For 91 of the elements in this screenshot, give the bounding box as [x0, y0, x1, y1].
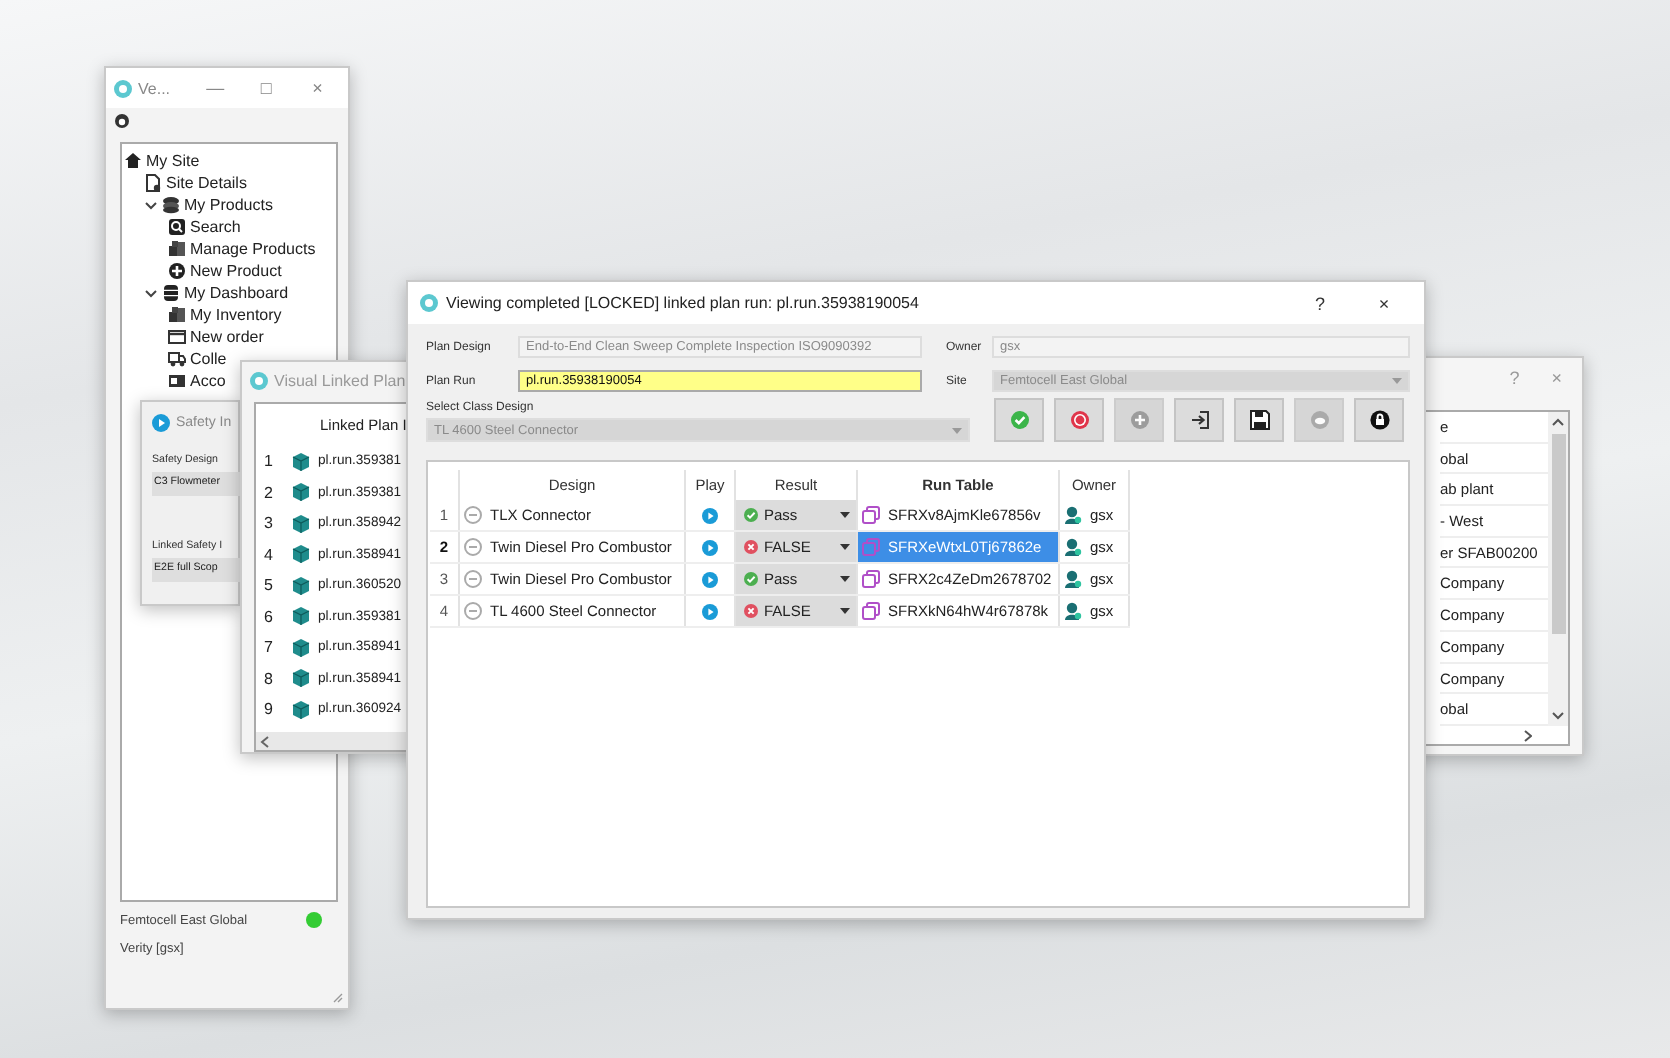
tree-item[interactable]: Site Details [166, 174, 247, 192]
minus-circle-icon [464, 570, 482, 588]
chevron-down-icon[interactable] [144, 286, 158, 300]
tree-item[interactable]: Search [190, 218, 241, 236]
database-icon [162, 284, 180, 302]
play-button-icon[interactable] [702, 539, 718, 555]
cube-icon [292, 482, 310, 503]
window-title: Viewing completed [LOCKED] linked plan run: pl.run.35938190054 [446, 294, 921, 312]
minus-circle-icon [464, 506, 482, 524]
tree-item[interactable]: Acco [190, 372, 226, 390]
person-icon [1064, 506, 1082, 524]
play-circle-icon [152, 413, 170, 431]
window-title: Visual Linked Plan [274, 371, 406, 389]
check-circle-icon [744, 508, 758, 522]
tree-item[interactable]: My Inventory [190, 306, 282, 324]
row-number: 5 [264, 576, 275, 595]
person-icon [1064, 570, 1082, 588]
help-button[interactable]: ? [1292, 293, 1348, 313]
row-number: 7 [264, 638, 275, 657]
tree-item[interactable]: New order [190, 328, 264, 346]
tree-item[interactable]: Manage Products [190, 240, 316, 258]
row-number: 8 [264, 669, 275, 688]
tree-item[interactable]: Colle [190, 350, 227, 368]
row-number: 1 [264, 452, 275, 471]
plus-circle-icon [168, 262, 186, 280]
row-number: 2 [264, 483, 275, 502]
cube-icon [292, 513, 310, 534]
dropdown-arrow-icon [840, 512, 850, 518]
minimize-button[interactable]: — [192, 78, 238, 98]
window-title: Ve... [138, 79, 173, 97]
dropdown-arrow-icon [952, 427, 962, 433]
tree-item[interactable]: New Product [190, 262, 282, 280]
chevron-down-icon[interactable] [144, 198, 158, 212]
app-logo-icon [114, 79, 132, 97]
row-number: 9 [264, 700, 275, 719]
dropdown-arrow-icon [840, 608, 850, 614]
house-icon [124, 152, 142, 170]
minus-circle-icon [464, 602, 482, 620]
search-icon [168, 218, 186, 236]
plus-circle-icon [1129, 410, 1149, 430]
toolbar-button[interactable] [1234, 398, 1284, 442]
maximize-button[interactable]: □ [243, 78, 289, 98]
tree-item[interactable]: My Site [146, 152, 200, 170]
close-button[interactable]: × [1356, 293, 1412, 313]
scroll-left-icon [260, 735, 270, 747]
cube-icon [292, 699, 310, 720]
scroll-right-icon [1524, 729, 1532, 742]
dropdown-arrow-icon [840, 576, 850, 582]
document-icon [144, 174, 162, 192]
scroll-up-icon [1552, 418, 1564, 426]
cube-icon [292, 544, 310, 565]
person-icon [1064, 538, 1082, 556]
sign-in-icon [1189, 410, 1209, 430]
truck-icon [168, 350, 186, 368]
toolbar-button[interactable] [1354, 398, 1404, 442]
cube-icon [292, 575, 310, 596]
x-circle-icon [744, 604, 758, 618]
play-button-icon[interactable] [702, 603, 718, 619]
x-circle-icon [744, 540, 758, 554]
scroll-thumb[interactable] [1551, 434, 1565, 634]
scroll-down-icon [1552, 711, 1564, 720]
cube-icon [292, 668, 310, 689]
play-button-icon[interactable] [702, 507, 718, 523]
check-circle-icon [1009, 410, 1029, 430]
cube-icon [292, 606, 310, 627]
row-number: 6 [264, 607, 275, 626]
close-button[interactable]: × [294, 78, 340, 98]
scrollbar[interactable] [1548, 412, 1568, 726]
tree-item[interactable]: My Dashboard [184, 284, 289, 302]
cube-icon [292, 451, 310, 472]
cube-icon [292, 637, 310, 658]
dropdown-arrow-icon [840, 544, 850, 550]
boxes-icon [168, 306, 186, 324]
stack-icon [162, 196, 180, 214]
window-icon [168, 328, 186, 346]
record-icon [1069, 410, 1089, 430]
resize-grip-icon [332, 992, 344, 1004]
app-logo-icon [250, 371, 268, 389]
check-circle-icon [744, 572, 758, 586]
app-logo-icon [420, 294, 438, 312]
play-button-icon[interactable] [702, 571, 718, 587]
dropdown-arrow-icon [1392, 378, 1402, 384]
minus-circle-icon [464, 538, 482, 556]
person-icon [1064, 602, 1082, 620]
row-number: 3 [264, 514, 275, 533]
row-number: 4 [264, 545, 275, 564]
tree-item[interactable]: My Products [184, 196, 273, 214]
lock-icon [1369, 410, 1389, 430]
boxes-icon [168, 240, 186, 258]
card-icon [168, 372, 186, 390]
toolbar-button[interactable] [1174, 398, 1224, 442]
